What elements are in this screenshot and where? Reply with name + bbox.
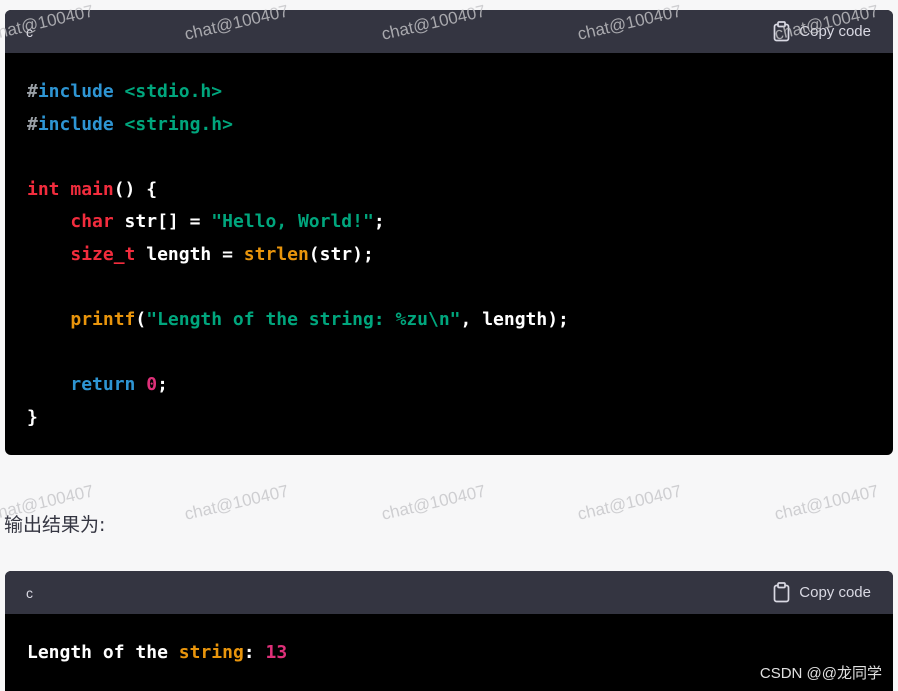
- code-token: "Length of the string: %zu\n": [146, 309, 461, 331]
- watermark: chat@100407: [379, 481, 488, 524]
- code-token: #: [27, 81, 38, 102]
- copy-code-button[interactable]: Copy code: [773, 21, 871, 42]
- code-line: int main() {: [27, 174, 871, 207]
- clipboard-icon: [773, 21, 790, 42]
- code-token: the: [135, 642, 168, 663]
- copy-code-label: Copy code: [799, 23, 871, 40]
- code-token: include: [37, 81, 114, 102]
- watermark: chat@100407: [182, 481, 291, 524]
- csdn-attribution: CSDN @@龙同学: [759, 665, 882, 682]
- code-token: "Hello, World!": [211, 211, 374, 233]
- code-token: () {: [113, 178, 158, 200]
- source-code: #include <stdio.h> #include <string.h> in…: [5, 53, 893, 455]
- code-line: #include <string.h>: [27, 109, 871, 142]
- code-token: 0: [146, 374, 158, 396]
- code-line: size_t length = strlen(str);: [27, 239, 871, 272]
- code-token: #: [27, 113, 38, 135]
- code-line: return 0;: [27, 369, 871, 402]
- code-token: char: [70, 211, 114, 233]
- watermark: chat@100407: [575, 481, 684, 524]
- code-token: (: [135, 309, 147, 331]
- watermark: chat@100407: [772, 481, 881, 524]
- code-token: <string.h>: [124, 113, 233, 135]
- code-token: (str);: [308, 243, 374, 265]
- code-token: Length: [27, 642, 93, 663]
- code-token: :: [243, 642, 266, 663]
- code-line: printf("Length of the string: %zu\n", le…: [27, 304, 871, 337]
- code-token: printf: [70, 309, 136, 331]
- code-language-label: c: [26, 23, 33, 40]
- copy-code-label: Copy code: [799, 584, 871, 601]
- code-token: of: [102, 642, 125, 663]
- code-block-source: c Copy code #include <stdio.h> #include <…: [5, 10, 893, 455]
- code-line: Length of the string: 13: [27, 637, 871, 670]
- code-block-header: c Copy code: [5, 571, 893, 614]
- code-token: , length);: [460, 309, 569, 331]
- code-token: include: [37, 113, 114, 135]
- code-token: size_t: [70, 243, 136, 265]
- code-line: }: [27, 402, 871, 435]
- output-label: 输出结果为:: [4, 514, 106, 536]
- clipboard-icon: [773, 582, 790, 603]
- code-token: return: [70, 374, 136, 396]
- code-token: strlen: [243, 243, 309, 265]
- code-token: str[] =: [113, 211, 212, 233]
- code-token: string: [178, 642, 244, 663]
- code-language-label: c: [26, 584, 33, 601]
- copy-code-button[interactable]: Copy code: [773, 582, 871, 603]
- code-line: char str[] = "Hello, World!";: [27, 206, 871, 239]
- code-token: main: [70, 178, 114, 200]
- code-token: <stdio.h>: [124, 81, 223, 102]
- code-token: length =: [135, 243, 244, 265]
- code-token: 13: [265, 642, 288, 663]
- code-token: ;: [157, 374, 168, 396]
- code-token: }: [27, 406, 38, 428]
- code-line: #include <stdio.h>: [27, 76, 871, 109]
- code-block-header: c Copy code: [5, 10, 893, 53]
- code-token: int: [27, 178, 60, 200]
- code-token: ;: [373, 211, 385, 233]
